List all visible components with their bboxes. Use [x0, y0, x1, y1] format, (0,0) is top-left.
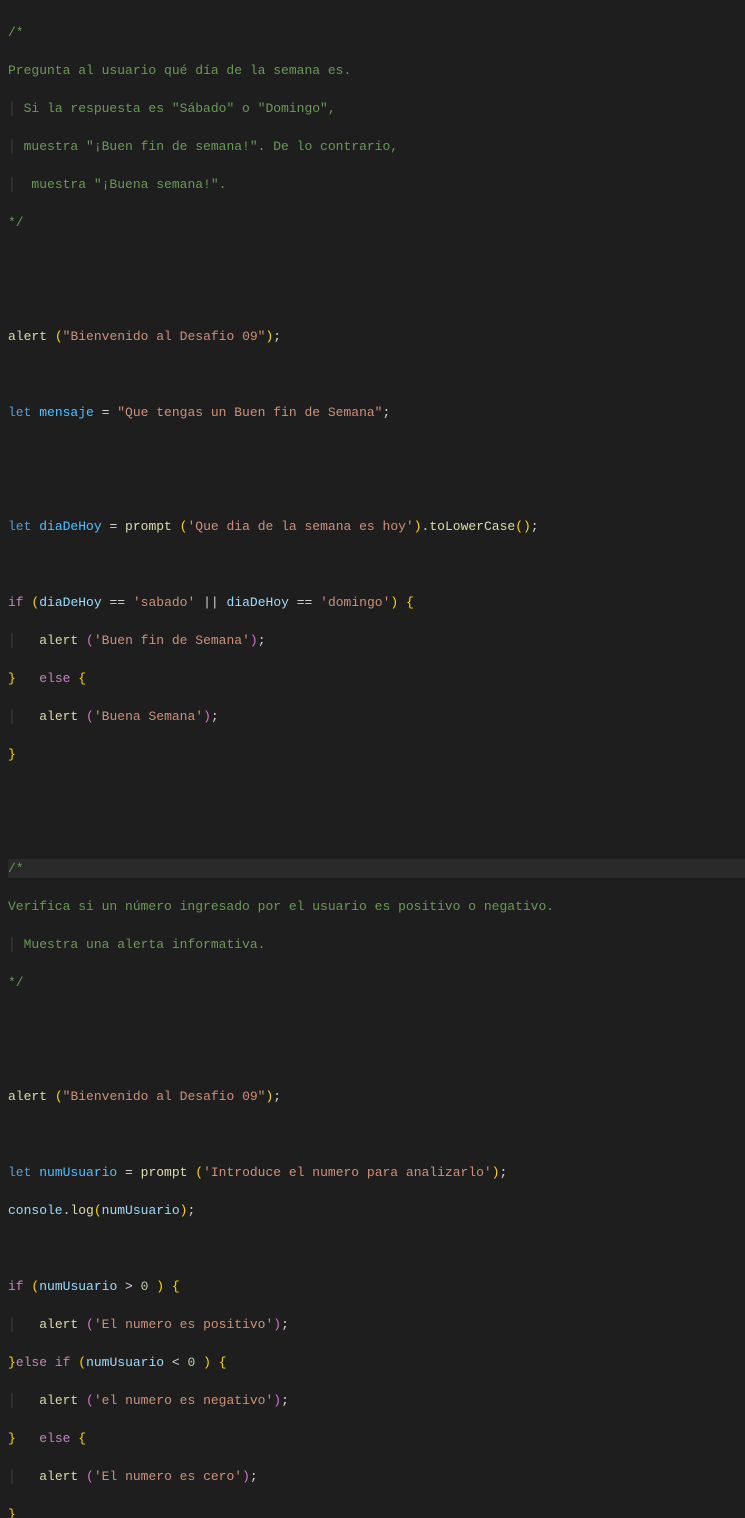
- code-line[interactable]: │ alert ('Buena Semana');: [8, 707, 745, 726]
- string-literal: "Que tengas un Buen fin de Semana": [117, 405, 382, 420]
- string-literal: "Bienvenido al Desafio 09": [63, 1089, 266, 1104]
- var-ref: numUsuario: [102, 1203, 180, 1218]
- code-line[interactable]: │ Muestra una alerta informativa.: [8, 935, 745, 954]
- keyword-let: let: [8, 405, 31, 420]
- code-line[interactable]: [8, 365, 745, 384]
- code-line[interactable]: let diaDeHoy = prompt ('Que dia de la se…: [8, 517, 745, 536]
- comment-text: muestra "¡Buena semana!".: [16, 177, 227, 192]
- code-line[interactable]: */: [8, 973, 745, 992]
- var-ref: diaDeHoy: [39, 595, 101, 610]
- code-line[interactable]: [8, 479, 745, 498]
- code-line[interactable]: [8, 821, 745, 840]
- code-line[interactable]: /*: [8, 859, 745, 878]
- number-literal: 0: [141, 1279, 149, 1294]
- code-line[interactable]: [8, 783, 745, 802]
- code-line[interactable]: }else if (numUsuario < 0 ) {: [8, 1353, 745, 1372]
- code-line[interactable]: [8, 251, 745, 270]
- comment-text: Si la respuesta es "Sábado" o "Domingo",: [16, 101, 336, 116]
- code-line[interactable]: [8, 441, 745, 460]
- code-line[interactable]: } else {: [8, 1429, 745, 1448]
- var-numusuario: numUsuario: [39, 1165, 117, 1180]
- string-literal: 'sabado': [133, 595, 195, 610]
- fn-alert: alert: [39, 633, 78, 648]
- fn-tolowercase: toLowerCase: [429, 519, 515, 534]
- comment-text: Muestra una alerta informativa.: [16, 937, 266, 952]
- fn-alert: alert: [8, 1089, 47, 1104]
- code-line[interactable]: if (diaDeHoy == 'sabado' || diaDeHoy == …: [8, 593, 745, 612]
- string-literal: 'Buen fin de Semana': [94, 633, 250, 648]
- comment-text: */: [8, 975, 24, 990]
- code-line[interactable]: │ alert ('Buen fin de Semana');: [8, 631, 745, 650]
- keyword-let: let: [8, 1165, 31, 1180]
- code-line[interactable]: [8, 1049, 745, 1068]
- comment-text: muestra "¡Buen fin de semana!". De lo co…: [16, 139, 398, 154]
- comment-text: /*: [8, 25, 24, 40]
- var-ref: numUsuario: [86, 1355, 164, 1370]
- fn-alert: alert: [39, 1317, 78, 1332]
- keyword-if: if: [8, 595, 24, 610]
- code-line[interactable]: let mensaje = "Que tengas un Buen fin de…: [8, 403, 745, 422]
- string-literal: 'el numero es negativo': [94, 1393, 273, 1408]
- code-line[interactable]: │ alert ('el numero es negativo');: [8, 1391, 745, 1410]
- code-line[interactable]: [8, 289, 745, 308]
- fn-prompt: prompt: [125, 519, 172, 534]
- comment-text: /*: [8, 861, 24, 876]
- var-mensaje: mensaje: [39, 405, 94, 420]
- keyword-let: let: [8, 519, 31, 534]
- code-line[interactable]: [8, 1239, 745, 1258]
- string-literal: 'El numero es positivo': [94, 1317, 273, 1332]
- string-literal: 'domingo': [320, 595, 390, 610]
- fn-alert: alert: [39, 1469, 78, 1484]
- fn-alert: alert: [39, 709, 78, 724]
- comment-text: Pregunta al usuario qué día de la semana…: [8, 63, 351, 78]
- code-line[interactable]: */: [8, 213, 745, 232]
- code-line[interactable]: Pregunta al usuario qué día de la semana…: [8, 61, 745, 80]
- code-line[interactable]: }: [8, 1505, 745, 1518]
- keyword-if: if: [8, 1279, 24, 1294]
- var-ref: numUsuario: [39, 1279, 117, 1294]
- code-line[interactable]: if (numUsuario > 0 ) {: [8, 1277, 745, 1296]
- fn-alert: alert: [39, 1393, 78, 1408]
- comment-text: Verifica si un número ingresado por el u…: [8, 899, 554, 914]
- fn-alert: alert: [8, 329, 47, 344]
- code-line[interactable]: │ muestra "¡Buen fin de semana!". De lo …: [8, 137, 745, 156]
- var-ref: diaDeHoy: [227, 595, 289, 610]
- code-line[interactable]: let numUsuario = prompt ('Introduce el n…: [8, 1163, 745, 1182]
- code-line[interactable]: │ Si la respuesta es "Sábado" o "Domingo…: [8, 99, 745, 118]
- code-line[interactable]: │ alert ('El numero es cero');: [8, 1467, 745, 1486]
- string-literal: 'El numero es cero': [94, 1469, 242, 1484]
- code-line[interactable]: alert ("Bienvenido al Desafio 09");: [8, 1087, 745, 1106]
- number-literal: 0: [188, 1355, 196, 1370]
- keyword-else: else: [39, 671, 70, 686]
- fn-log: log: [70, 1203, 93, 1218]
- keyword-else: else: [16, 1355, 47, 1370]
- keyword-else: else: [39, 1431, 70, 1446]
- comment-text: */: [8, 215, 24, 230]
- code-line[interactable]: [8, 555, 745, 574]
- var-ref: console: [8, 1203, 63, 1218]
- code-editor[interactable]: /* Pregunta al usuario qué día de la sem…: [0, 0, 745, 1518]
- code-line[interactable]: /*: [8, 23, 745, 42]
- fn-prompt: prompt: [141, 1165, 188, 1180]
- code-line[interactable]: } else {: [8, 669, 745, 688]
- code-line[interactable]: console.log(numUsuario);: [8, 1201, 745, 1220]
- var-diadehoy: diaDeHoy: [39, 519, 101, 534]
- string-literal: 'Introduce el numero para analizarlo': [203, 1165, 492, 1180]
- code-line[interactable]: [8, 1011, 745, 1030]
- code-line[interactable]: │ alert ('El numero es positivo');: [8, 1315, 745, 1334]
- string-literal: 'Que dia de la semana es hoy': [187, 519, 413, 534]
- string-literal: "Bienvenido al Desafio 09": [63, 329, 266, 344]
- code-line[interactable]: │ muestra "¡Buena semana!".: [8, 175, 745, 194]
- code-line[interactable]: Verifica si un número ingresado por el u…: [8, 897, 745, 916]
- keyword-if: if: [55, 1355, 71, 1370]
- code-line[interactable]: alert ("Bienvenido al Desafio 09");: [8, 327, 745, 346]
- string-literal: 'Buena Semana': [94, 709, 203, 724]
- code-line[interactable]: [8, 1125, 745, 1144]
- code-line[interactable]: }: [8, 745, 745, 764]
